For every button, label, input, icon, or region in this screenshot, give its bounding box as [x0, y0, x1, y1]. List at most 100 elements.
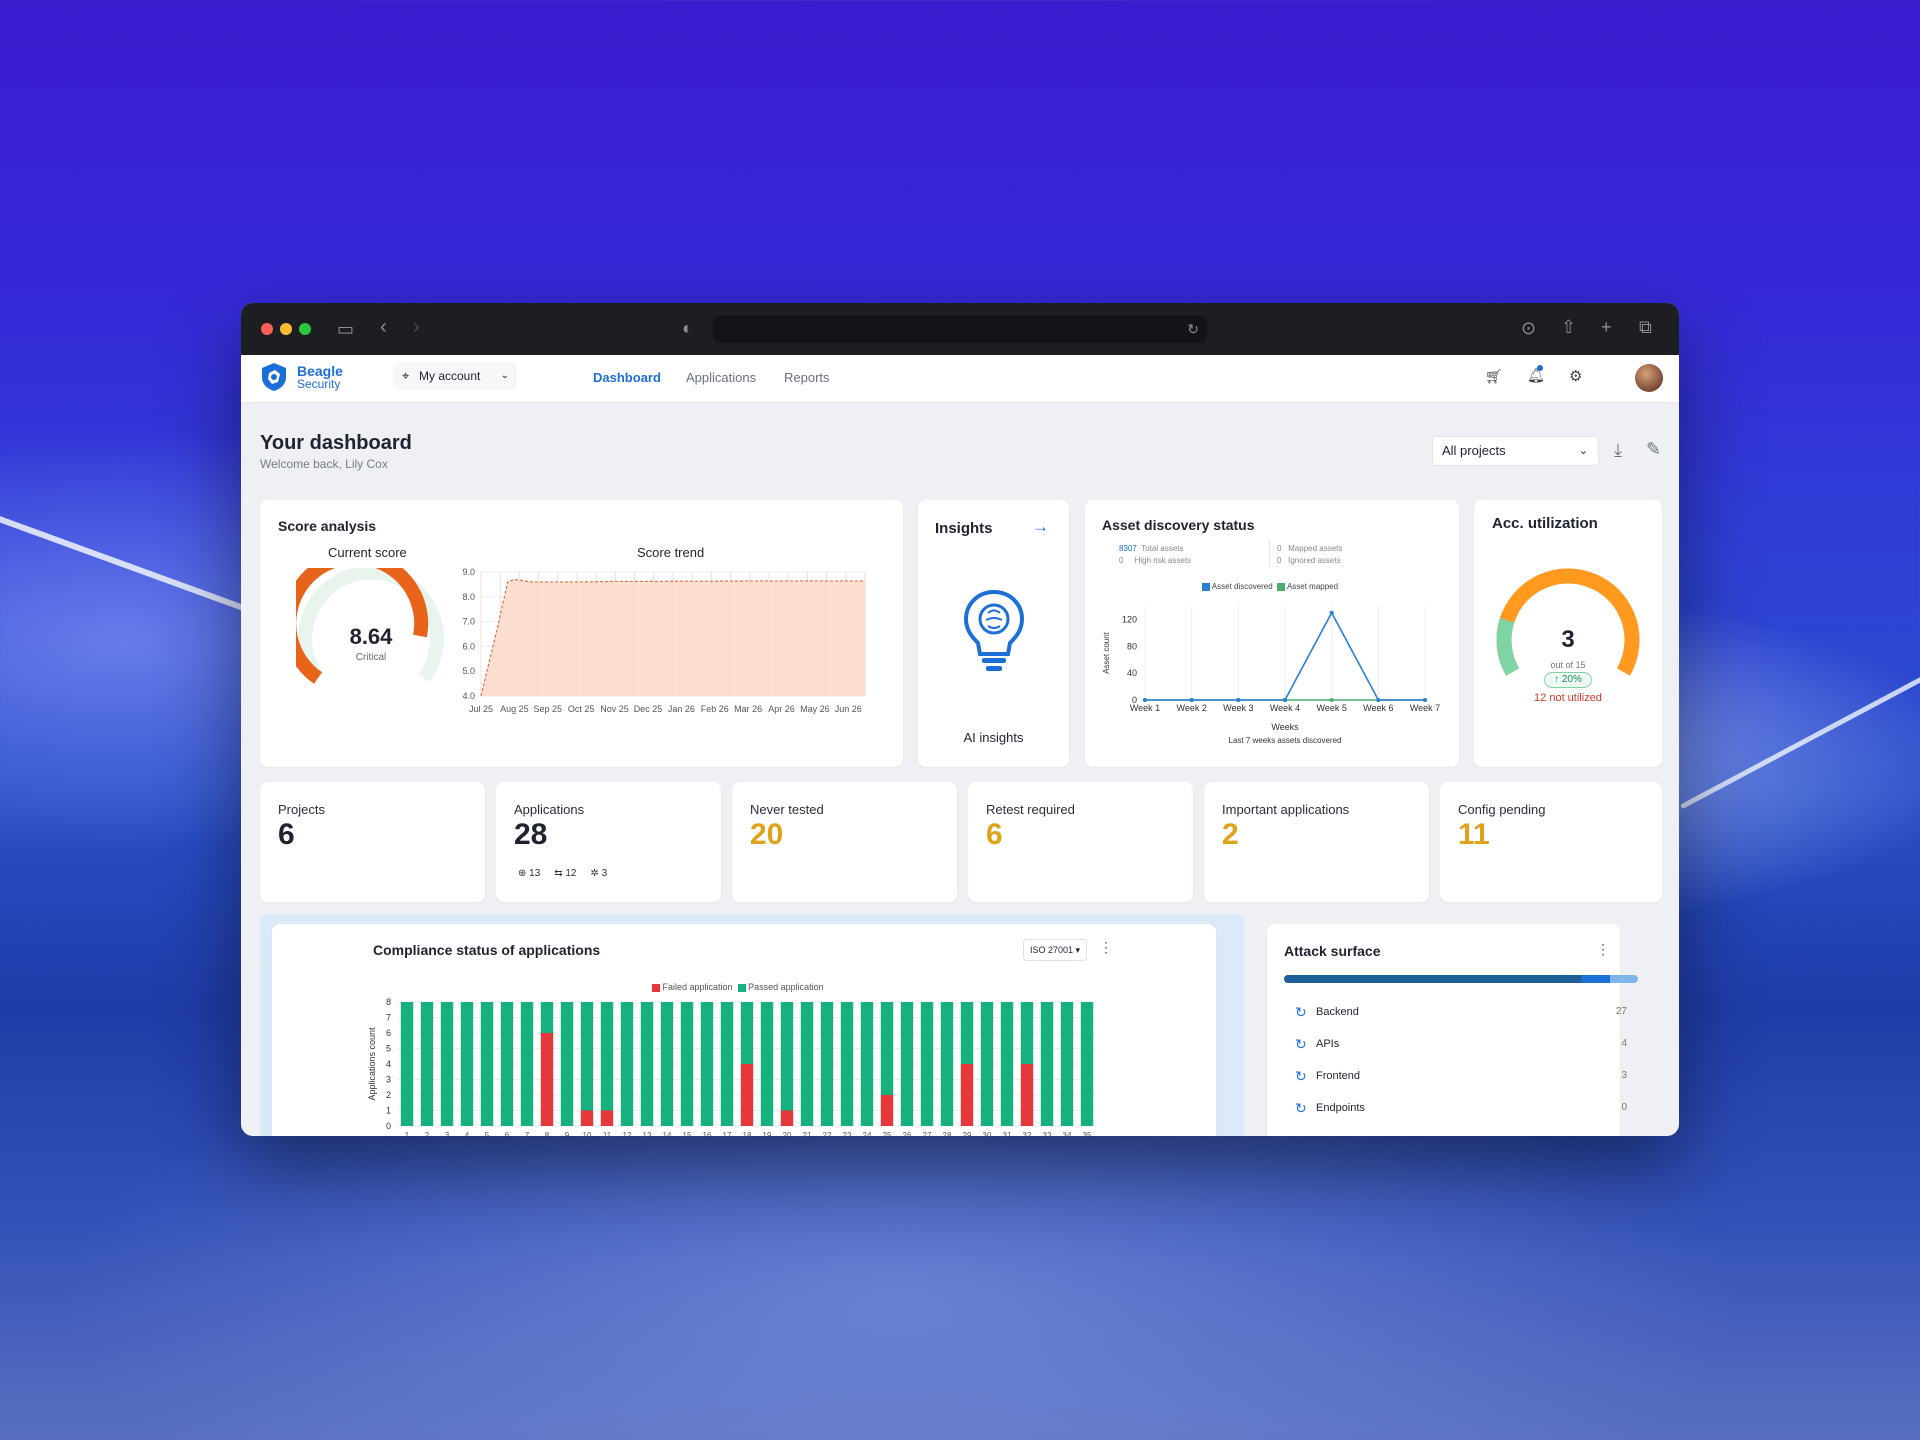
- compliance-x-tick: 1: [405, 1131, 410, 1136]
- standard-select[interactable]: ISO 27001 ▾: [1023, 939, 1087, 961]
- legend-failed: Failed application: [662, 982, 733, 992]
- passed-bar: [800, 1002, 814, 1126]
- passed-bar: [500, 1002, 514, 1126]
- reload-icon[interactable]: ↻: [1187, 320, 1199, 338]
- passed-bar: [680, 1002, 694, 1126]
- utilization-value: 3: [1561, 626, 1575, 653]
- page-subtitle: Welcome back, Lily Cox: [260, 457, 388, 471]
- downloads-icon[interactable]: ⊙: [1521, 319, 1536, 337]
- applications-count: 28: [514, 818, 548, 851]
- attack-surface-label: Endpoints: [1316, 1102, 1365, 1114]
- asset-point: [1329, 698, 1334, 702]
- utilization-change: 20%: [1561, 674, 1582, 685]
- trend-x-tick: May 26: [800, 704, 830, 714]
- compliance-x-tick: 28: [943, 1131, 952, 1136]
- projects-label: Projects: [278, 802, 325, 817]
- nav-reports[interactable]: Reports: [784, 370, 830, 385]
- more-options-icon[interactable]: ⋮: [1099, 939, 1113, 956]
- asset-x-tick: Week 3: [1223, 703, 1253, 713]
- passed-bar: [720, 1002, 734, 1126]
- asset-x-tick: Week 6: [1363, 703, 1393, 713]
- projects-stat-card[interactable]: Projects 6: [260, 782, 485, 902]
- current-score-value: 8.64: [349, 624, 393, 649]
- trend-x-tick: Jul 25: [469, 704, 493, 714]
- attack-surface-label: Backend: [1316, 1006, 1359, 1018]
- config-pending-stat-card[interactable]: Config pending 11: [1440, 782, 1662, 902]
- list-item[interactable]: ↻ APIs 4: [1292, 1036, 1627, 1068]
- caret-down-icon: ▾: [1075, 945, 1081, 955]
- trend-y-tick: 4.0: [462, 691, 475, 701]
- brand-name-sub: Security: [297, 377, 341, 391]
- passed-bar: [1060, 1002, 1074, 1126]
- retest-required-count: 6: [986, 818, 1003, 851]
- share-icon[interactable]: ⇧: [1561, 318, 1576, 336]
- insights-title: Insights: [935, 520, 993, 537]
- trend-y-tick: 5.0: [462, 666, 475, 676]
- minimize-window-button[interactable]: [280, 323, 292, 335]
- compliance-y-tick: 7: [386, 1013, 391, 1023]
- sidebar-toggle-icon[interactable]: ▭: [337, 320, 354, 338]
- passed-bar: [560, 1002, 574, 1126]
- dashboard-content: Your dashboard Welcome back, Lily Cox Al…: [241, 402, 1679, 1136]
- project-filter-select[interactable]: All projects ⌄: [1432, 436, 1599, 466]
- compliance-y-tick: 3: [386, 1075, 391, 1085]
- important-apps-stat-card[interactable]: Important applications 2: [1204, 782, 1429, 902]
- address-bar[interactable]: ↻: [713, 315, 1207, 343]
- compliance-x-tick: 9: [565, 1131, 570, 1136]
- tab-overview-icon[interactable]: ⧉: [1639, 318, 1652, 336]
- failed-bar: [600, 1110, 614, 1126]
- download-icon[interactable]: ⤓: [1614, 440, 1622, 461]
- important-apps-count: 2: [1222, 818, 1239, 851]
- compliance-x-tick: 27: [923, 1131, 932, 1136]
- nav-applications[interactable]: Applications: [686, 370, 756, 385]
- passed-bar: [1080, 1002, 1094, 1126]
- chevron-down-icon: ⌄: [1578, 445, 1588, 457]
- compliance-x-tick: 29: [963, 1131, 972, 1136]
- forward-icon[interactable]: ›: [413, 317, 420, 337]
- ai-insights-caption: AI insights: [963, 730, 1024, 745]
- passed-bar: [440, 1002, 454, 1126]
- asset-y-tick: 80: [1127, 641, 1137, 651]
- passed-bar: [960, 1002, 974, 1064]
- privacy-shield-icon[interactable]: ◐: [682, 319, 693, 337]
- list-item[interactable]: ↻ Endpoints 0: [1292, 1100, 1627, 1132]
- cog-icon: ✲: [590, 868, 599, 879]
- compliance-y-tick: 1: [386, 1106, 391, 1116]
- more-options-icon[interactable]: ⋮: [1596, 941, 1610, 958]
- insights-card[interactable]: Insights → AI insights: [918, 500, 1069, 767]
- config-pending-count: 11: [1458, 818, 1490, 851]
- compliance-x-tick: 5: [485, 1131, 490, 1136]
- close-window-button[interactable]: [261, 323, 273, 335]
- arrow-right-icon[interactable]: →: [1032, 517, 1049, 537]
- compliance-x-tick: 12: [623, 1131, 632, 1136]
- avatar[interactable]: [1635, 364, 1663, 392]
- gear-icon[interactable]: ⚙: [1569, 367, 1582, 385]
- compliance-x-tick: 16: [703, 1131, 712, 1136]
- account-switcher[interactable]: ⌖ My account ⌄: [393, 362, 517, 390]
- passed-bar: [540, 1002, 554, 1033]
- never-tested-stat-card[interactable]: Never tested 20: [732, 782, 957, 902]
- applications-stat-card[interactable]: Applications 28 ⊕ 13 ⇆ 12 ✲ 3: [496, 782, 721, 902]
- compliance-x-tick: 13: [643, 1131, 652, 1136]
- new-tab-icon[interactable]: +: [1601, 318, 1612, 336]
- asset-point: [1236, 698, 1241, 702]
- retest-required-stat-card[interactable]: Retest required 6: [968, 782, 1193, 902]
- compliance-x-tick: 24: [863, 1131, 872, 1136]
- asset-discovery-chart: Week 1 Week 2 Week 3 Week 4 Week 5 Week 6 Week…: [1102, 606, 1440, 745]
- trend-area: [481, 579, 865, 696]
- list-item[interactable]: ↻ Backend 27: [1292, 1004, 1627, 1036]
- trend-x-tick: Sep 25: [534, 704, 563, 714]
- attack-surface-count: 4: [1621, 1038, 1627, 1049]
- compliance-x-tick: 19: [763, 1131, 772, 1136]
- back-icon[interactable]: ‹: [380, 317, 387, 337]
- score-analysis-card: Score analysis Current score 8.64 Critic…: [260, 500, 903, 767]
- browser-window: ▭ ‹ › ◐ ↻ ⊙ ⇧ + ⧉ Beagle Security ⌖ My a…: [241, 303, 1679, 1136]
- compliance-x-tick: 25: [883, 1131, 892, 1136]
- edit-icon[interactable]: ✎: [1646, 439, 1661, 460]
- list-item[interactable]: ↻ Frontend 3: [1292, 1068, 1627, 1100]
- passed-bar: [620, 1002, 634, 1126]
- zoom-window-button[interactable]: [299, 323, 311, 335]
- compliance-x-tick: 7: [525, 1131, 530, 1136]
- cart-icon[interactable]: 🛒︎: [1485, 368, 1503, 385]
- nav-dashboard[interactable]: Dashboard: [593, 370, 661, 385]
